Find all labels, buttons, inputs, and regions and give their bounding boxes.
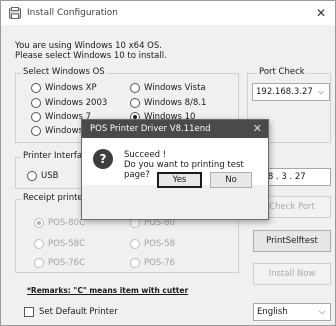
close-button[interactable]: ✕: [307, 1, 335, 25]
radio-pos-76c[interactable]: POS-76C: [34, 257, 85, 269]
app-icon: [9, 7, 21, 19]
radio-label: Windows Vista: [144, 83, 206, 93]
yes-button[interactable]: Yes: [157, 172, 202, 188]
radio-circle: [31, 98, 41, 108]
radio-circle: [31, 83, 41, 93]
printer-interface-label: Printer Interfac: [21, 151, 89, 161]
remarks-note: *Remarks: "C" means item with cutter: [27, 286, 189, 295]
language-select-value: English: [257, 307, 288, 317]
os-info-line-2: Please select Windows 10 to install.: [15, 51, 167, 61]
windows-os-group-label: Select Windows OS: [21, 67, 107, 77]
radio-circle: [31, 112, 41, 122]
dialog-title-bar: POS Printer Driver V8.11end ✕: [82, 120, 268, 138]
set-default-printer-checkbox[interactable]: Set Default Printer: [24, 307, 118, 317]
checkbox-box: [24, 307, 34, 317]
port-check-label: Port Check: [257, 67, 307, 77]
install-configuration-window: Install Configuration ✕ You are using Wi…: [0, 0, 336, 326]
title-bar: Install Configuration ✕: [1, 1, 335, 25]
radio-circle: [130, 98, 140, 108]
port-select-value: 192.168.3.27: [256, 87, 313, 97]
radio-pos-58c[interactable]: POS-58C: [34, 238, 85, 250]
radio-label: USB: [41, 171, 59, 181]
radio-windows-xp[interactable]: Windows XP: [31, 82, 97, 94]
set-default-printer-label: Set Default Printer: [39, 307, 118, 317]
receipt-printer-label: Receipt printer: [21, 193, 89, 203]
radio-label: Windows: [45, 126, 83, 136]
question-icon: ?: [93, 149, 113, 169]
os-info-text: You are using Windows 10 x64 OS. Please …: [15, 41, 167, 61]
radio-label: POS-76: [144, 258, 176, 268]
radio-circle: [27, 171, 37, 181]
radio-label: POS-80C: [48, 218, 86, 228]
radio-pos-76[interactable]: POS-76: [130, 257, 175, 269]
radio-pos-58[interactable]: POS-58: [130, 238, 175, 250]
radio-label: POS-76C: [48, 258, 86, 268]
window-title: Install Configuration: [27, 8, 118, 18]
radio-windows-other[interactable]: Windows: [31, 125, 83, 137]
radio-label: Windows XP: [45, 83, 97, 93]
confirm-dialog: POS Printer Driver V8.11end ✕ ? Succeed …: [81, 119, 269, 220]
dialog-close-button[interactable]: ✕: [253, 122, 262, 135]
radio-circle: [130, 83, 140, 93]
language-select[interactable]: English ⌵: [253, 303, 331, 321]
radio-windows-2003[interactable]: Windows 2003: [31, 97, 107, 109]
radio-label: POS-58: [144, 239, 176, 249]
install-now-button[interactable]: Install Now: [253, 263, 331, 285]
radio-label: Windows 8/8.1: [144, 98, 207, 108]
print-self-test-button[interactable]: PrintSelftest: [253, 230, 331, 252]
radio-circle-selected: [34, 218, 44, 228]
radio-circle: [130, 239, 140, 249]
no-button[interactable]: No: [210, 172, 252, 188]
radio-windows-vista[interactable]: Windows Vista: [130, 82, 206, 94]
os-info-line-1: You are using Windows 10 x64 OS.: [15, 41, 162, 51]
chevron-down-icon: ⌵: [318, 307, 326, 316]
dialog-title: POS Printer Driver V8.11end: [90, 124, 211, 134]
radio-circle: [34, 239, 44, 249]
radio-circle: [34, 258, 44, 268]
radio-pos-80c[interactable]: POS-80C: [34, 217, 85, 229]
radio-label: Windows 2003: [45, 98, 108, 108]
radio-label: POS-58C: [48, 239, 86, 249]
radio-circle: [31, 126, 41, 136]
radio-usb[interactable]: USB: [27, 170, 58, 182]
chevron-down-icon: ⌵: [317, 87, 325, 96]
port-select[interactable]: 192.168.3.27 ⌵: [252, 83, 330, 101]
radio-windows-8[interactable]: Windows 8/8.1: [130, 97, 206, 109]
dialog-message-line-1: Succeed !: [124, 150, 167, 160]
radio-circle: [130, 258, 140, 268]
